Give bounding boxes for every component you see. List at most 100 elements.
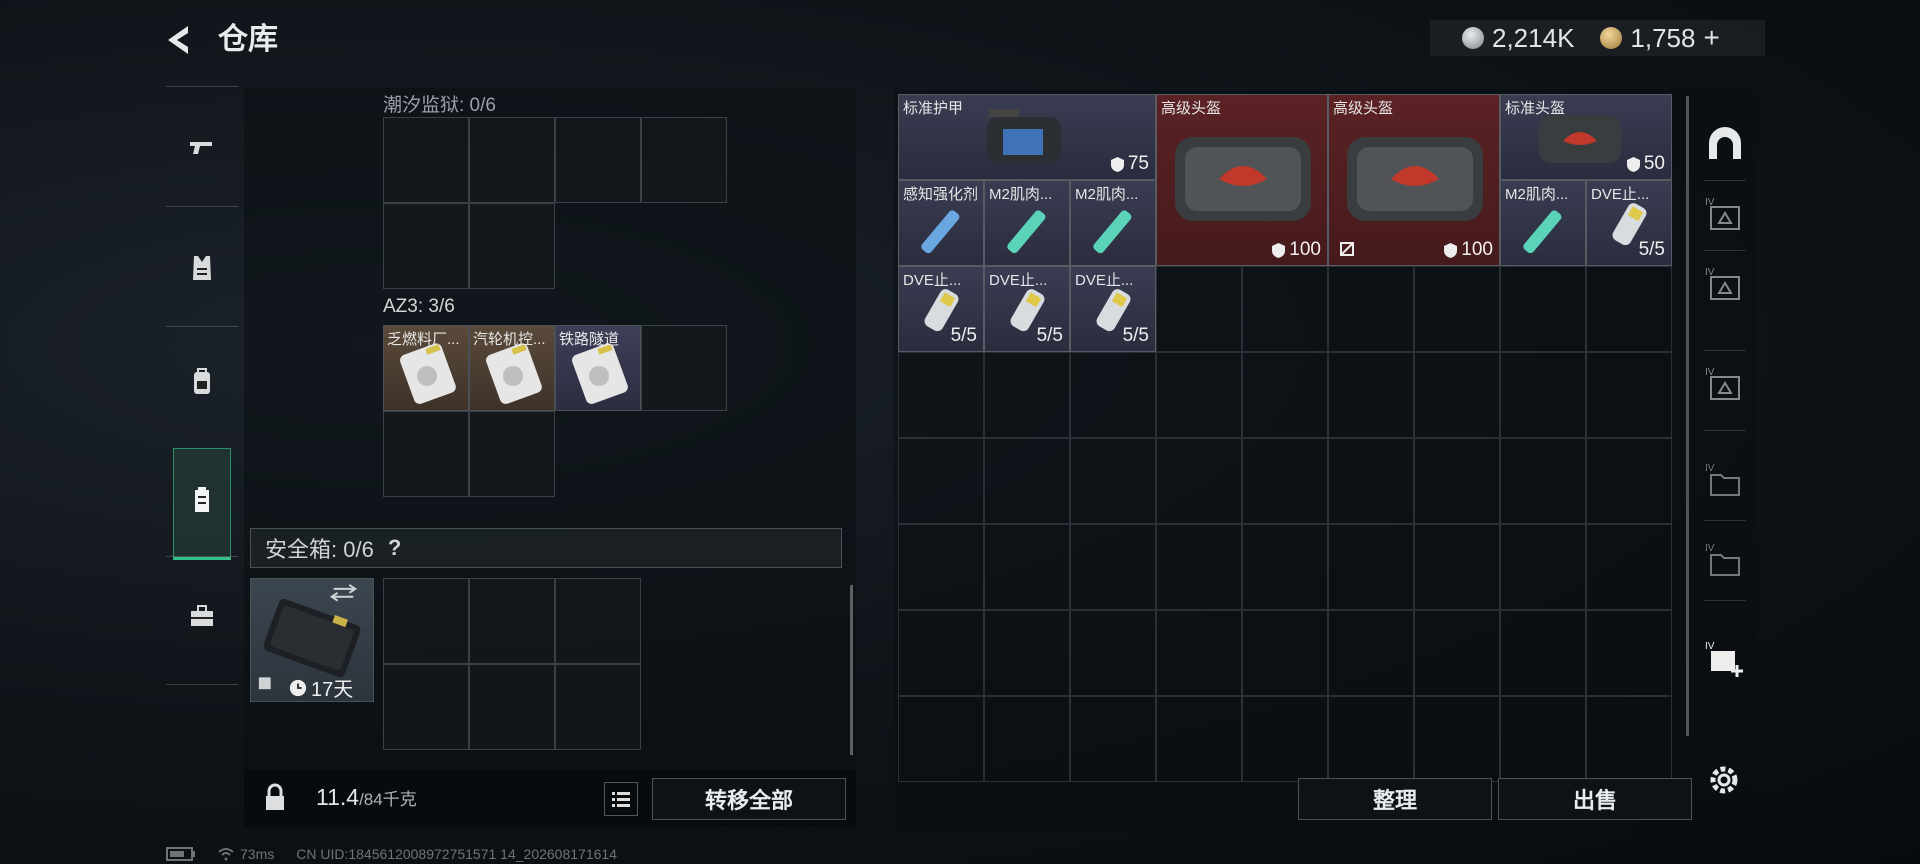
stash-slot[interactable] bbox=[1242, 266, 1328, 352]
stash-slot[interactable] bbox=[1156, 610, 1242, 696]
keycard-item[interactable]: 汽轮机控... bbox=[469, 325, 555, 411]
stash-slot[interactable] bbox=[1242, 696, 1328, 782]
stash-slot[interactable] bbox=[1070, 610, 1156, 696]
nav-container[interactable] bbox=[172, 470, 232, 530]
stash-slot[interactable] bbox=[898, 610, 984, 696]
nav-weapon[interactable] bbox=[172, 118, 232, 178]
stash-item-stim[interactable]: M2肌肉... bbox=[984, 180, 1070, 266]
stash-slot[interactable] bbox=[1156, 696, 1242, 782]
nav-folder-1[interactable]: IV bbox=[1700, 456, 1750, 506]
stash-slot[interactable] bbox=[1242, 438, 1328, 524]
stash-slot[interactable] bbox=[1156, 524, 1242, 610]
left-scrollbar[interactable] bbox=[850, 585, 853, 755]
stash-item-stim[interactable]: M2肌肉... bbox=[1500, 180, 1586, 266]
stash-slot[interactable] bbox=[1328, 524, 1414, 610]
grid-slot[interactable] bbox=[469, 117, 555, 203]
grid-slot[interactable] bbox=[469, 664, 555, 750]
settings-gear-icon[interactable] bbox=[1704, 760, 1744, 800]
stash-slot[interactable] bbox=[1242, 610, 1328, 696]
grid-slot[interactable] bbox=[555, 117, 641, 203]
nav-stash-3[interactable]: IV bbox=[1700, 360, 1750, 410]
stash-slot[interactable] bbox=[1328, 438, 1414, 524]
stash-slot[interactable] bbox=[1586, 524, 1672, 610]
grid-slot[interactable] bbox=[641, 117, 727, 203]
stash-slot[interactable] bbox=[1156, 352, 1242, 438]
safe-case-slot[interactable]: 17天 bbox=[250, 578, 374, 702]
stash-slot[interactable] bbox=[984, 438, 1070, 524]
stash-slot[interactable] bbox=[1500, 352, 1586, 438]
nav-stash-1[interactable]: IV bbox=[1700, 190, 1750, 240]
grid-slot[interactable] bbox=[555, 664, 641, 750]
stash-item-injector[interactable]: DVE止... 5/5 bbox=[1070, 266, 1156, 352]
stash-item-stim[interactable]: M2肌肉... bbox=[1070, 180, 1156, 266]
stash-slot[interactable] bbox=[1070, 438, 1156, 524]
stash-slot[interactable] bbox=[1328, 696, 1414, 782]
stash-slot[interactable] bbox=[1500, 610, 1586, 696]
grid-slot[interactable] bbox=[383, 664, 469, 750]
stash-slot[interactable] bbox=[1414, 524, 1500, 610]
nav-vest[interactable] bbox=[172, 238, 232, 298]
stash-slot[interactable] bbox=[1500, 696, 1586, 782]
grid-slot[interactable] bbox=[555, 578, 641, 664]
stash-slot[interactable] bbox=[1586, 352, 1672, 438]
grid-slot[interactable] bbox=[641, 325, 727, 411]
transfer-all-button[interactable]: 转移全部 bbox=[652, 778, 846, 820]
stash-slot[interactable] bbox=[1586, 610, 1672, 696]
stash-item-stim[interactable]: 感知强化剂 bbox=[898, 180, 984, 266]
help-button[interactable]: ? bbox=[388, 535, 401, 561]
stash-slot[interactable] bbox=[1500, 266, 1586, 352]
stash-slot[interactable] bbox=[1070, 696, 1156, 782]
stash-item-armor[interactable]: 标准护甲 75 bbox=[898, 94, 1156, 180]
stash-slot[interactable] bbox=[1586, 266, 1672, 352]
lock-icon[interactable] bbox=[258, 782, 292, 816]
add-currency-button[interactable]: + bbox=[1703, 22, 1719, 54]
nav-toolbox[interactable] bbox=[172, 586, 232, 646]
list-view-button[interactable] bbox=[604, 782, 638, 816]
stash-slot[interactable] bbox=[1242, 524, 1328, 610]
stash-slot[interactable] bbox=[1242, 352, 1328, 438]
sell-button[interactable]: 出售 bbox=[1498, 778, 1692, 820]
grid-slot[interactable] bbox=[469, 203, 555, 289]
grid-slot[interactable] bbox=[469, 578, 555, 664]
grid-slot[interactable] bbox=[383, 203, 469, 289]
stash-slot[interactable] bbox=[1414, 610, 1500, 696]
stash-slot[interactable] bbox=[984, 524, 1070, 610]
keycard-item[interactable]: 铁路隧道 bbox=[555, 325, 641, 411]
stash-slot[interactable] bbox=[1414, 352, 1500, 438]
stash-item-helmet[interactable]: 高级头盔 100 bbox=[1156, 94, 1328, 266]
stash-slot[interactable] bbox=[1070, 352, 1156, 438]
stash-item-injector[interactable]: DVE止... 5/5 bbox=[1586, 180, 1672, 266]
stash-slot[interactable] bbox=[1156, 266, 1242, 352]
stash-slot[interactable] bbox=[898, 524, 984, 610]
stash-slot[interactable] bbox=[898, 352, 984, 438]
stash-slot[interactable] bbox=[898, 438, 984, 524]
grid-slot[interactable] bbox=[469, 411, 555, 497]
stash-slot[interactable] bbox=[1414, 696, 1500, 782]
nav-stash-2[interactable]: IV bbox=[1700, 260, 1750, 310]
grid-slot[interactable] bbox=[383, 578, 469, 664]
stash-slot[interactable] bbox=[984, 610, 1070, 696]
stash-slot[interactable] bbox=[1586, 438, 1672, 524]
stash-scrollbar[interactable] bbox=[1686, 96, 1689, 736]
sort-button[interactable]: 整理 bbox=[1298, 778, 1492, 820]
stash-slot[interactable] bbox=[1070, 524, 1156, 610]
stash-slot[interactable] bbox=[1414, 438, 1500, 524]
stash-item-injector[interactable]: DVE止... 5/5 bbox=[898, 266, 984, 352]
nav-add-stash[interactable]: IV bbox=[1700, 634, 1750, 684]
stash-slot[interactable] bbox=[1414, 266, 1500, 352]
stash-item-helmet[interactable]: 标准头盔 50 bbox=[1500, 94, 1672, 180]
stash-item-helmet[interactable]: 高级头盔 100 bbox=[1328, 94, 1500, 266]
stash-slot[interactable] bbox=[1500, 524, 1586, 610]
stash-slot[interactable] bbox=[984, 696, 1070, 782]
nav-folder-2[interactable]: IV bbox=[1700, 536, 1750, 586]
stash-slot[interactable] bbox=[1586, 696, 1672, 782]
stash-item-injector[interactable]: DVE止... 5/5 bbox=[984, 266, 1070, 352]
nav-backpack[interactable] bbox=[172, 352, 232, 412]
keycard-item[interactable]: 乏燃料厂... bbox=[383, 325, 469, 411]
stash-slot[interactable] bbox=[1500, 438, 1586, 524]
stash-slot[interactable] bbox=[1328, 266, 1414, 352]
grid-slot[interactable] bbox=[383, 117, 469, 203]
back-arrow-icon[interactable] bbox=[160, 20, 200, 60]
stash-slot[interactable] bbox=[984, 352, 1070, 438]
stash-slot[interactable] bbox=[1156, 438, 1242, 524]
